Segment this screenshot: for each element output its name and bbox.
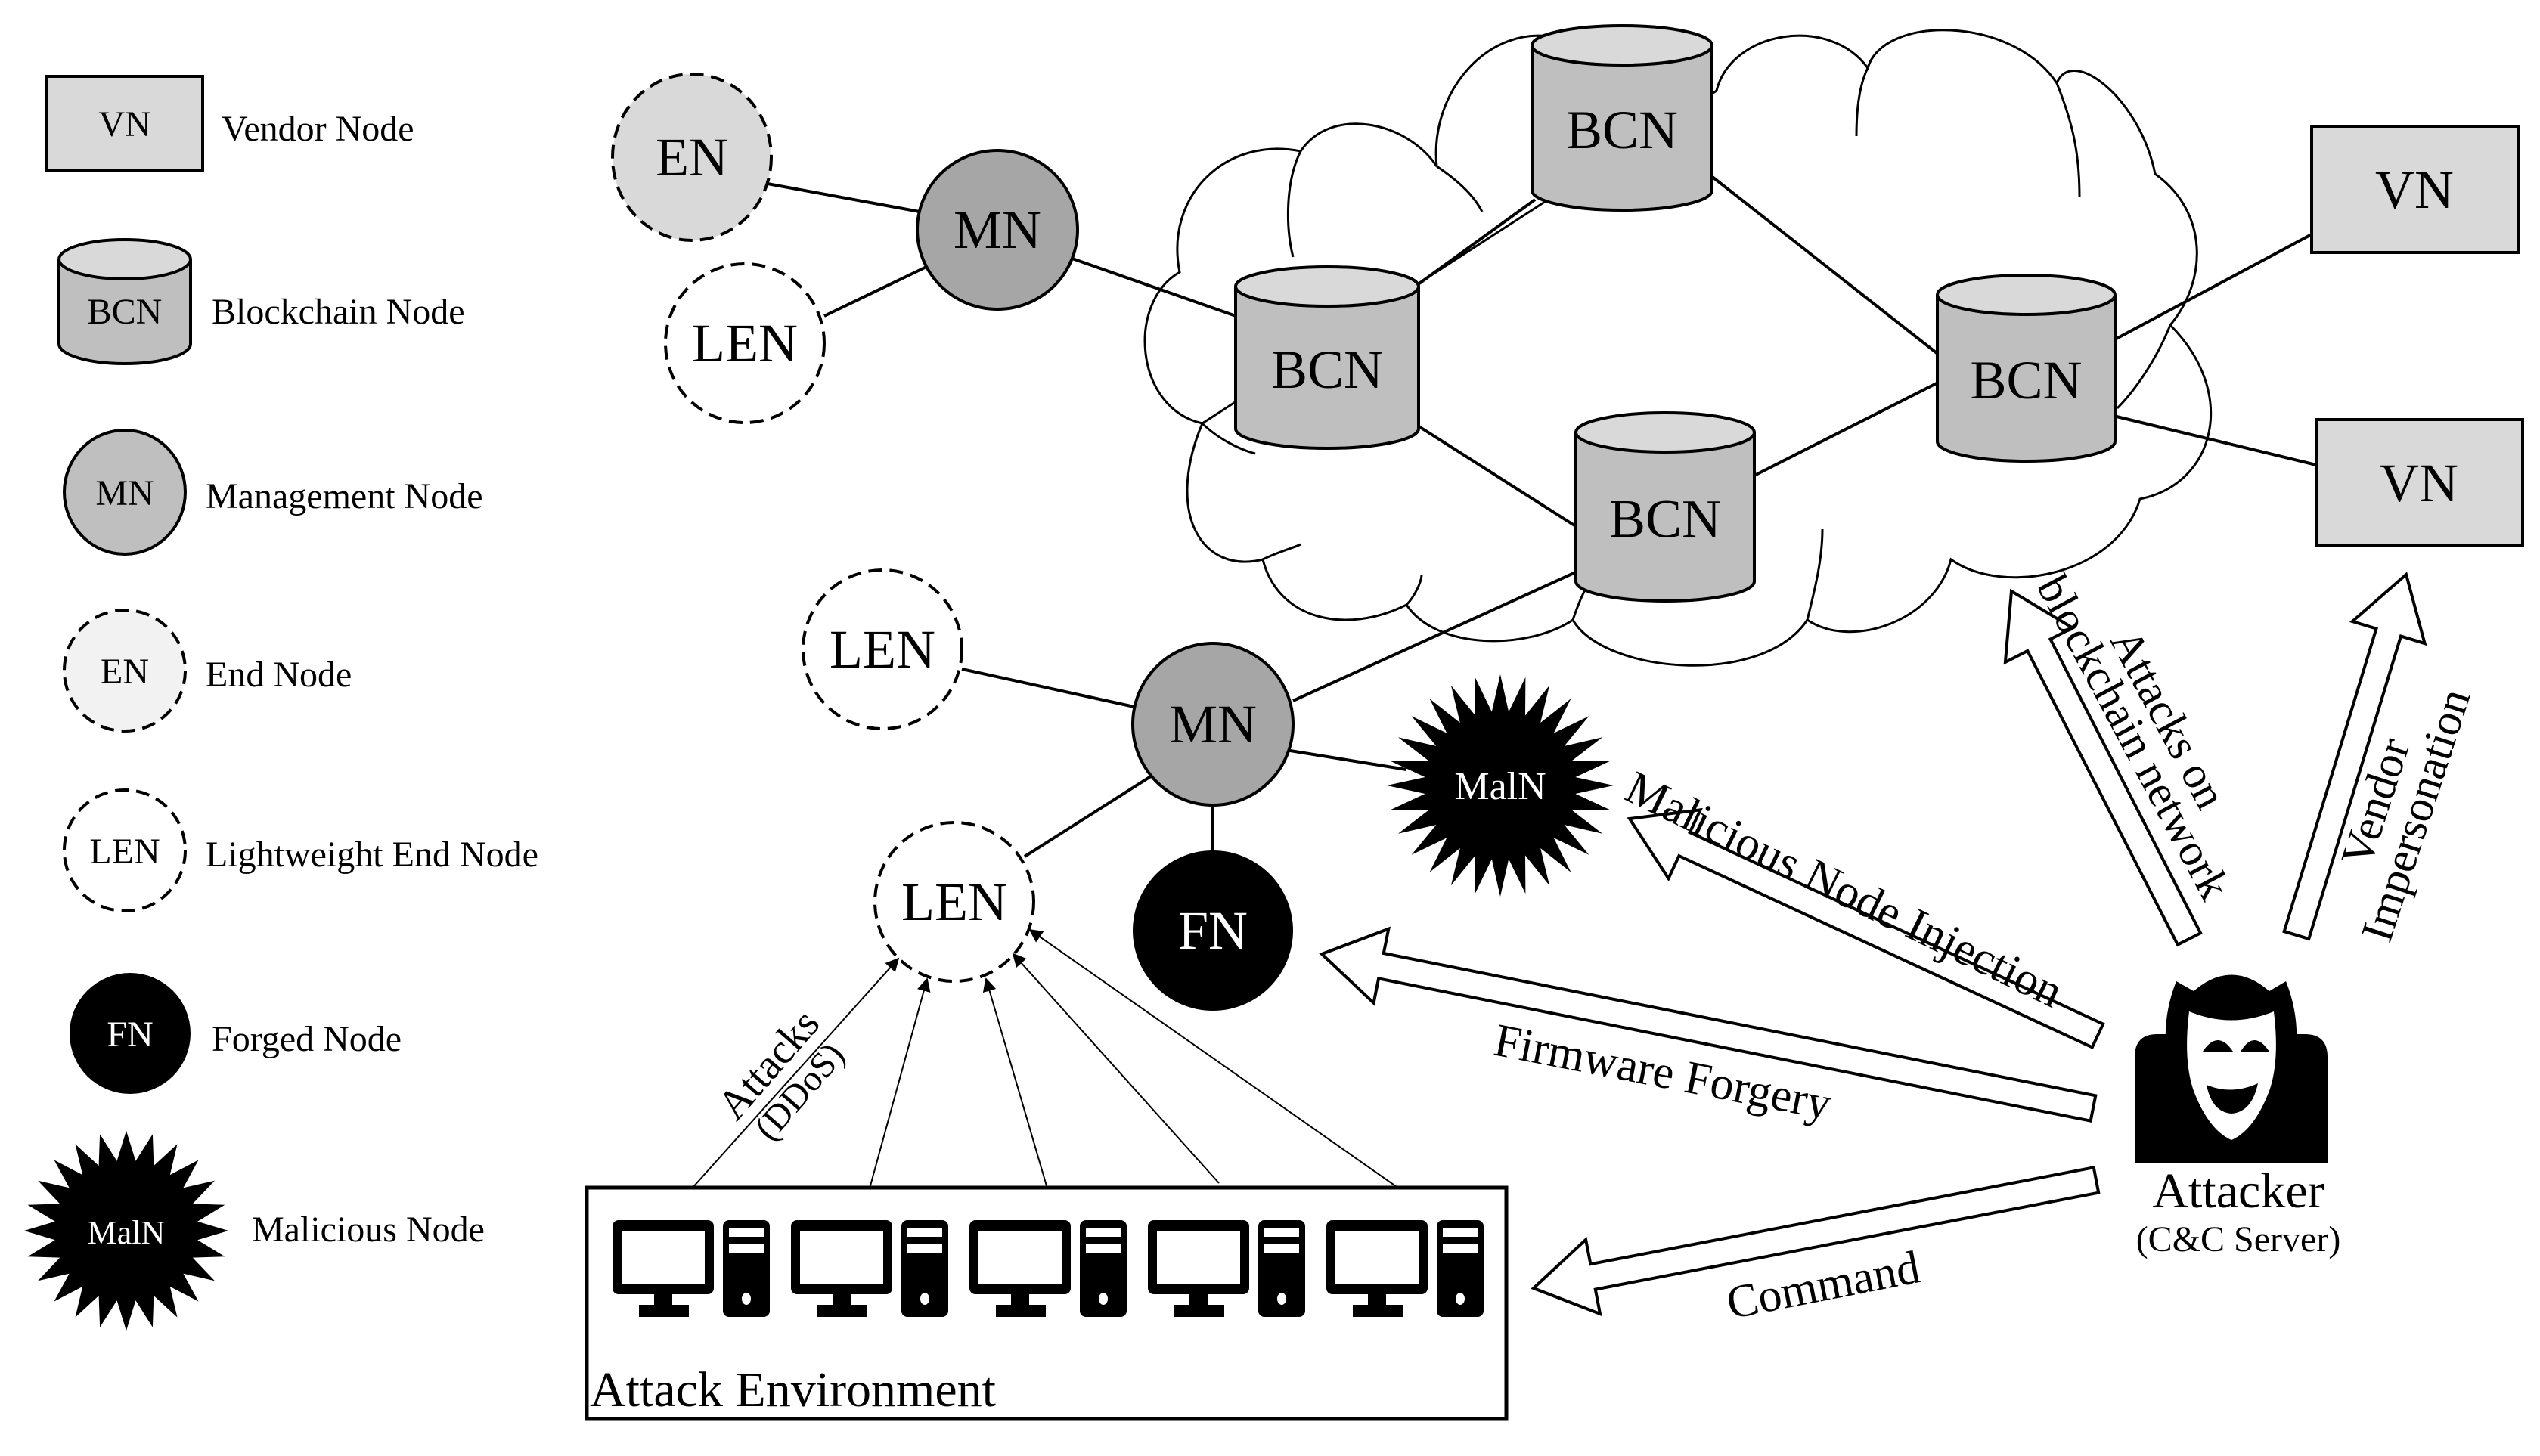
link-bcn-top-bcn-right (1709, 174, 1941, 357)
node-vn-bottom[interactable]: VN (2315, 418, 2524, 547)
node-bcn-bottom-label: BCN (1609, 489, 1721, 550)
node-vn-top[interactable]: VN (2310, 125, 2520, 254)
node-maln[interactable]: MalN (1387, 674, 1614, 897)
node-len-top[interactable]: LEN (664, 262, 826, 424)
legend-fn-abbr: FN (107, 1015, 153, 1055)
cylinder-top (1574, 411, 1756, 454)
cylinder-top (1936, 274, 2117, 316)
legend-bcn-abbr: BCN (88, 292, 163, 332)
ddos-label: Attacks (DDoS) (709, 1000, 853, 1148)
attacker-mask-icon (2135, 974, 2328, 1163)
node-len-mid-label: LEN (830, 619, 935, 680)
legend-maln-label: Malicious Node (252, 1210, 485, 1250)
attack-environment-label: Attack Environment (590, 1362, 996, 1417)
ddos-arrow-2 (869, 977, 931, 1189)
legend-item-malicious-node: MalN Malicious Node (24, 1130, 485, 1331)
node-fn[interactable]: FN (1133, 850, 1293, 1011)
legend-vn-abbr: VN (98, 104, 150, 144)
diagram-canvas: VN Vendor Node BCN Blockchain Node MN Ma… (24, 24, 2524, 1421)
link-bcn-right-vn-top (2113, 233, 2312, 342)
node-mn-mid-label: MN (1169, 694, 1257, 754)
node-fn-label: FN (1178, 900, 1248, 961)
node-bcn-left[interactable]: BCN (1234, 265, 1420, 450)
legend-mn-label: Management Node (206, 476, 483, 516)
ddos-arrow-3 (982, 977, 1048, 1189)
link-bcn-left-bcn-top (1413, 198, 1537, 289)
link-bcn-right-vn-bottom (2113, 414, 2317, 466)
link-bcn-bottom-bcn-right (1752, 380, 1940, 478)
legend-maln-abbr: MalN (88, 1214, 166, 1251)
node-bcn-bottom[interactable]: BCN (1574, 411, 1756, 603)
legend-mn-abbr: MN (95, 473, 154, 513)
link-mn-mid-len-target (1023, 773, 1155, 858)
node-en-top[interactable]: EN (611, 73, 773, 242)
attacker-title: Attacker (2152, 1163, 2324, 1219)
link-en-mn-top (767, 182, 920, 213)
legend-en-label: End Node (206, 655, 352, 695)
legend-item-end-node: EN End Node (63, 609, 352, 733)
legend-item-blockchain-node: BCN Blockchain Node (57, 238, 465, 365)
node-mn-top-label: MN (954, 200, 1041, 260)
node-mn-top[interactable]: MN (916, 149, 1079, 311)
legend-en-abbr: EN (101, 652, 149, 692)
attacker[interactable]: Attacker (C&C Server) (2135, 974, 2341, 1260)
node-maln-label: MalN (1454, 765, 1546, 808)
node-len-mid[interactable]: LEN (802, 568, 963, 730)
legend-item-vendor-node: VN Vendor Node (45, 75, 414, 172)
node-bcn-top-label: BCN (1566, 100, 1678, 160)
attacker-subtitle: (C&C Server) (2136, 1219, 2341, 1259)
link-bcn-left-bcn-bottom (1413, 422, 1582, 531)
cylinder-top (1531, 24, 1713, 67)
legend-item-lightweight-end-node: LEN Lightweight End Node (63, 788, 538, 912)
legend-bcn-label: Blockchain Node (212, 292, 465, 332)
label-malicious-node-injection: Malicious Node Injection (1617, 762, 2070, 1018)
node-en-top-label: EN (656, 127, 728, 187)
node-len-target-label: LEN (901, 872, 1007, 932)
legend-vn-label: Vendor Node (222, 109, 414, 149)
legend-item-forged-node: FN Forged Node (70, 973, 402, 1094)
legend-len-abbr: LEN (89, 832, 160, 872)
legend: VN Vendor Node BCN Blockchain Node MN Ma… (24, 75, 538, 1331)
legend-fn-label: Forged Node (212, 1019, 402, 1059)
legend-len-label: Lightweight End Node (206, 835, 538, 875)
node-bcn-right-label: BCN (1970, 350, 2082, 410)
node-bcn-top[interactable]: BCN (1531, 24, 1713, 212)
node-bcn-left-label: BCN (1271, 339, 1383, 400)
node-len-top-label: LEN (692, 313, 798, 373)
node-vn-bottom-label: VN (2380, 453, 2458, 513)
attack-environment: Attack Environment (585, 1185, 1509, 1421)
node-bcn-right[interactable]: BCN (1936, 274, 2117, 463)
node-len-target[interactable]: LEN (873, 821, 1035, 983)
legend-item-management-node: MN Management Node (63, 429, 483, 556)
node-mn-mid[interactable]: MN (1131, 642, 1295, 807)
cylinder-top (1234, 265, 1420, 308)
link-mn-mid-maln (1285, 748, 1407, 771)
link-mn-bcn-left (1072, 257, 1241, 319)
link-len-mn-top (823, 265, 927, 318)
link-len-mid-mn-mid (961, 668, 1135, 708)
node-vn-top-label: VN (2375, 160, 2454, 220)
